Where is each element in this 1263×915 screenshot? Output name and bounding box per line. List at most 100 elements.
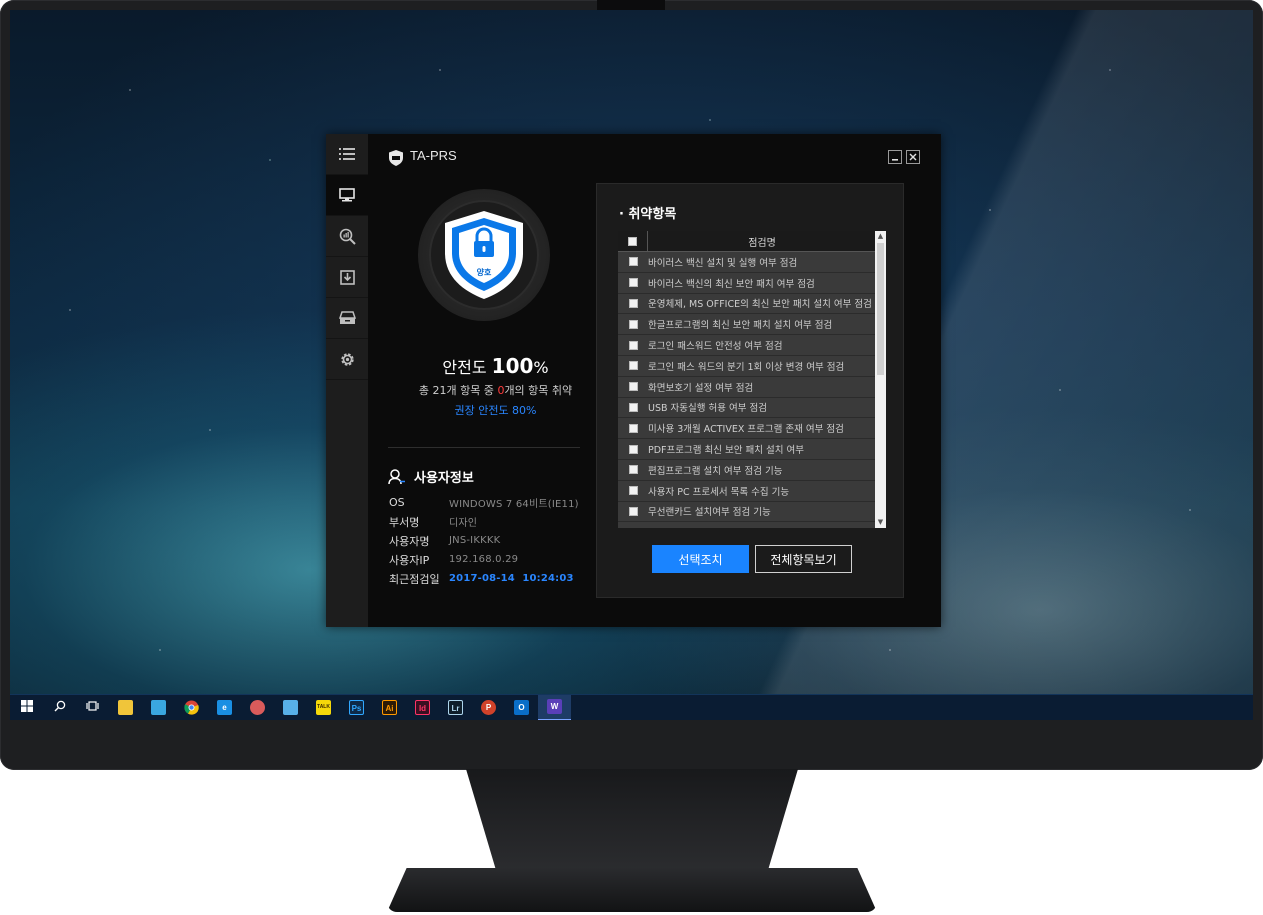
item-checkbox-cell	[618, 340, 648, 350]
item-label: 바이러스 백신 설치 및 실행 여부 점검	[648, 257, 798, 269]
taskbar-item[interactable]: e	[208, 695, 241, 721]
vulnerability-item[interactable]: 바이러스 백신의 최신 보안 패치 여부 점검	[618, 273, 886, 294]
vulnerability-item[interactable]: USB 자동실행 허용 여부 점검	[618, 398, 886, 419]
select-all-checkbox[interactable]	[628, 236, 637, 246]
kakaotalk-icon: TALK	[316, 700, 331, 715]
taskbar-item[interactable]	[241, 695, 274, 721]
taskbar-item[interactable]	[175, 695, 208, 721]
sidebar-item-storage[interactable]	[326, 298, 368, 339]
vulnerability-list[interactable]: 점검명 바이러스 백신 설치 및 실행 여부 점검 바이러스 백신의 최신 보안 …	[618, 231, 886, 528]
info-key: 부서명	[389, 515, 420, 529]
item-checkbox[interactable]	[628, 444, 638, 454]
item-checkbox[interactable]	[628, 298, 638, 308]
taskbar: e TALK Ps Ai Id Lr P O W	[10, 694, 1253, 720]
vulnerability-item[interactable]: 운영체제, MS OFFICE의 최신 보안 패치 설치 여부 점검	[618, 294, 886, 315]
item-checkbox[interactable]	[628, 402, 638, 412]
scroll-down-arrow-icon[interactable]: ▼	[875, 517, 886, 528]
taskbar-item[interactable]: O	[505, 695, 538, 721]
vulnerability-item[interactable]: 한글프로그램의 최신 보안 패치 설치 여부 점검	[618, 314, 886, 336]
select-all-cell	[618, 231, 648, 252]
taskbar-item[interactable]: W	[538, 694, 571, 720]
item-label: 운영체제, MS OFFICE의 최신 보안 패치 설치 여부 점검	[648, 299, 872, 311]
vulnerability-item[interactable]: 무선랜카드 설치여부 점검 기능	[618, 502, 886, 523]
close-button[interactable]	[906, 150, 920, 164]
desktop-screen: TA-PRS 양호 안전도 100% 총 21개 항목 중 0개의 항목 취약 …	[10, 10, 1253, 720]
monitor-icon	[339, 188, 355, 202]
search-chart-icon	[339, 228, 356, 245]
scroll-thumb[interactable]	[877, 243, 884, 375]
user-info-header: 사용자정보	[388, 467, 474, 486]
taskbar-item[interactable]	[76, 695, 109, 721]
item-checkbox[interactable]	[628, 465, 638, 475]
info-key: OS	[389, 496, 405, 509]
minimize-icon	[892, 159, 898, 161]
sidebar	[326, 134, 368, 627]
taskbar-item[interactable]: Lr	[439, 695, 472, 721]
vulnerability-item[interactable]: PDF프로그램 최신 보안 패치 설치 여부	[618, 439, 886, 460]
info-key: 최근점검일	[389, 572, 440, 586]
list-scrollbar[interactable]: ▲ ▼	[875, 231, 886, 528]
item-label: 무선랜카드 설치여부 점검 기능	[648, 507, 771, 519]
item-checkbox[interactable]	[628, 340, 638, 350]
task-view-icon	[85, 700, 100, 715]
title-bar[interactable]: TA-PRS	[368, 134, 941, 180]
sidebar-item-settings[interactable]	[326, 339, 368, 380]
item-checkbox[interactable]	[628, 506, 638, 516]
taskbar-item[interactable]	[109, 695, 142, 721]
taskbar-item[interactable]: P	[472, 695, 505, 721]
powerpoint-icon: P	[481, 700, 496, 715]
taskbar-item[interactable]: Id	[406, 695, 439, 721]
scroll-up-arrow-icon[interactable]: ▲	[875, 231, 886, 242]
item-checkbox[interactable]	[628, 319, 638, 329]
internet-explorer-icon: e	[217, 700, 232, 715]
user-info-list: OS WINDOWS 7 64비트(IE11) 부서명 디자인 사용자명 JNS…	[389, 493, 619, 588]
taskbar-item[interactable]: Ai	[373, 695, 406, 721]
view-all-button[interactable]: 전체항목보기	[755, 545, 852, 573]
vulnerability-item[interactable]: 로그인 패스워드 안전성 여부 점검	[618, 335, 886, 356]
item-label: 로그인 패스워드 안전성 여부 점검	[648, 341, 783, 353]
info-row-last-check: 최근점검일 2017-08-14 10:24:03	[389, 569, 619, 588]
sidebar-item-download[interactable]	[326, 257, 368, 298]
taskbar-item[interactable]	[43, 695, 76, 721]
item-checkbox-cell	[618, 465, 648, 475]
paint-icon	[250, 700, 265, 715]
item-checkbox-cell	[618, 257, 648, 267]
item-checkbox-cell	[618, 382, 648, 392]
info-value: WINDOWS 7 64비트(IE11)	[449, 499, 579, 510]
sidebar-item-monitor[interactable]	[326, 175, 368, 216]
item-label: 편집프로그램 설치 여부 점검 기능	[648, 465, 783, 477]
take-action-button[interactable]: 선택조치	[652, 545, 749, 573]
info-value: 디자인	[449, 518, 478, 529]
item-checkbox[interactable]	[628, 278, 638, 288]
vulnerability-item[interactable]: 바이러스 백신 설치 및 실행 여부 점검	[618, 252, 886, 273]
vulnerability-item[interactable]: 편집프로그램 설치 여부 점검 기능	[618, 460, 886, 481]
info-value: JNS-IKKKK	[449, 535, 501, 546]
taskbar-item[interactable]	[10, 695, 43, 721]
indesign-icon: Id	[415, 700, 430, 715]
taskbar-item[interactable]: TALK	[307, 695, 340, 721]
minimize-button[interactable]	[888, 150, 902, 164]
taskbar-item[interactable]	[142, 695, 175, 721]
item-label: 미사용 3개월 ACTIVEX 프로그램 존재 여부 점검	[648, 424, 844, 436]
sidebar-menu-button[interactable]	[326, 134, 368, 175]
item-checkbox[interactable]	[628, 257, 638, 267]
list-rows: 바이러스 백신 설치 및 실행 여부 점검바이러스 백신의 최신 보안 패치 여…	[618, 252, 886, 523]
item-checkbox[interactable]	[628, 486, 638, 496]
menu-list-icon	[339, 148, 355, 160]
vulnerability-item[interactable]: 사용자 PC 프로세서 목록 수집 기능	[618, 481, 886, 502]
item-checkbox[interactable]	[628, 382, 638, 392]
vulnerability-item[interactable]: 로그인 패스 워드의 분기 1회 이상 변경 여부 점검	[618, 356, 886, 377]
vulnerability-item[interactable]: 화면보호기 설정 여부 점검	[618, 377, 886, 398]
info-value: 192.168.0.29	[449, 554, 519, 565]
item-checkbox[interactable]	[628, 361, 638, 371]
item-label: 한글프로그램의 최신 보안 패치 설치 여부 점검	[648, 320, 833, 332]
taskbar-item[interactable]: Ps	[340, 695, 373, 721]
item-checkbox[interactable]	[628, 423, 638, 433]
sidebar-item-analysis[interactable]	[326, 216, 368, 257]
ta-prs-taskbar-icon: W	[547, 699, 562, 714]
monitor-stand-base	[387, 868, 877, 912]
shield-lock-icon	[445, 211, 523, 299]
vulnerability-item[interactable]: 미사용 3개월 ACTIVEX 프로그램 존재 여부 점검	[618, 418, 886, 440]
ta-prs-logo-icon	[389, 150, 403, 166]
taskbar-item[interactable]	[274, 695, 307, 721]
